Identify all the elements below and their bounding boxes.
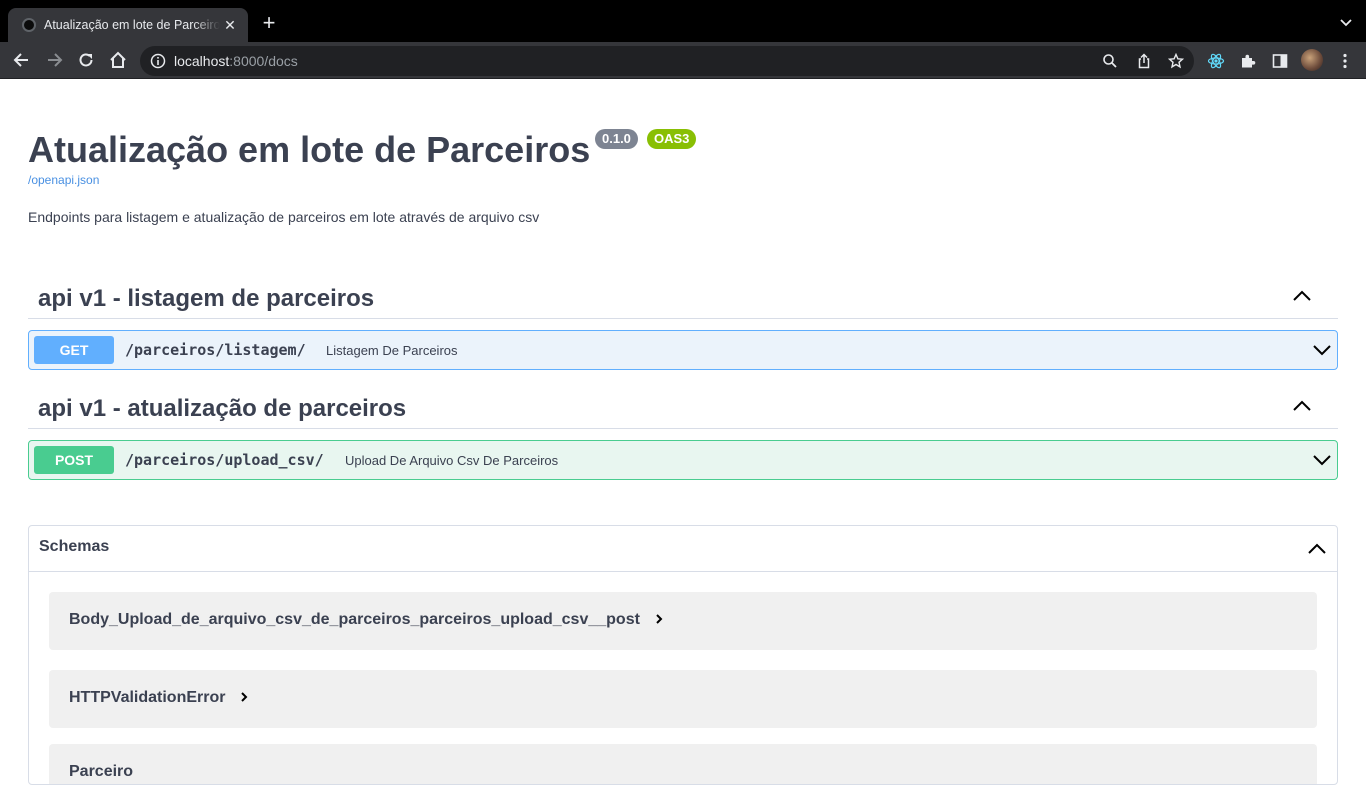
schemas-section: Schemas Body_Upload_de_arquivo_csv_de_pa… <box>28 525 1338 785</box>
schema-model-name: Parceiro <box>69 763 134 780</box>
openapi-json-link[interactable]: /openapi.json <box>28 173 99 187</box>
schemas-header[interactable]: Schemas <box>29 526 1337 572</box>
share-icon[interactable] <box>1136 53 1152 69</box>
tab-search-chevron-icon[interactable] <box>1338 14 1354 30</box>
schemas-title: Schemas <box>39 538 110 555</box>
schema-model[interactable]: Parceiro <box>49 744 1317 784</box>
schema-model-name: Body_Upload_de_arquivo_csv_de_parceiros_… <box>69 611 664 629</box>
oas-badge: OAS3 <box>647 129 697 149</box>
schema-model[interactable]: HTTPValidationError <box>49 670 1317 728</box>
url-text[interactable]: localhost:8000/docs <box>174 53 298 69</box>
browser-tab[interactable]: Atualização em lote de Parceiros ✕ <box>8 8 248 42</box>
address-bar[interactable]: localhost:8000/docs <box>140 46 1194 76</box>
forward-arrow-icon[interactable] <box>44 50 64 70</box>
operation-path: /parceiros/listagem/ <box>125 341 306 359</box>
reload-icon[interactable] <box>76 50 96 70</box>
chevron-right-icon <box>656 614 663 624</box>
operation-summary: Upload De Arquivo Csv De Parceiros <box>345 453 559 468</box>
search-icon[interactable] <box>1102 53 1118 69</box>
profile-avatar[interactable] <box>1301 49 1323 71</box>
chevron-right-icon <box>241 692 248 702</box>
bookmark-star-icon[interactable] <box>1168 53 1184 69</box>
api-description: Endpoints para listagem e atualização de… <box>28 209 540 225</box>
tab-close-icon[interactable]: ✕ <box>222 17 238 34</box>
home-icon[interactable] <box>108 50 128 70</box>
operation-post-upload-csv[interactable]: POST /parceiros/upload_csv/ Upload De Ar… <box>28 440 1338 480</box>
back-arrow-icon[interactable] <box>12 50 32 70</box>
tab-title: Atualização em lote de Parceiros <box>44 18 220 32</box>
chevron-up-icon[interactable] <box>1292 289 1312 303</box>
react-devtools-icon[interactable] <box>1207 52 1225 70</box>
tag-title: api v1 - atualização de parceiros <box>38 395 407 422</box>
version-badge: 0.1.0 <box>595 129 638 149</box>
schema-model[interactable]: Body_Upload_de_arquivo_csv_de_parceiros_… <box>49 592 1317 650</box>
new-tab-button[interactable]: + <box>258 12 280 34</box>
extensions-puzzle-icon[interactable] <box>1239 52 1257 70</box>
tag-title: api v1 - listagem de parceiros <box>38 285 375 312</box>
swagger-ui-page: Atualização em lote de Parceiros 0.1.0 O… <box>0 79 1366 785</box>
operation-summary: Listagem De Parceiros <box>326 343 458 358</box>
site-info-icon[interactable] <box>150 53 166 69</box>
operation-path: /parceiros/upload_csv/ <box>125 451 324 469</box>
page-title: Atualização em lote de Parceiros <box>28 129 591 170</box>
method-badge-get: GET <box>34 336 114 364</box>
method-badge-post: POST <box>34 446 114 474</box>
browser-tab-strip: Atualização em lote de Parceiros ✕ + <box>0 0 1366 42</box>
tag-section-atualizacao[interactable]: api v1 - atualização de parceiros <box>28 387 1338 429</box>
chevron-down-icon[interactable] <box>1313 344 1331 356</box>
tag-section-listagem[interactable]: api v1 - listagem de parceiros <box>28 277 1338 319</box>
favicon-icon <box>22 18 36 32</box>
schema-model-name: HTTPValidationError <box>69 689 249 707</box>
chevron-up-icon[interactable] <box>1292 399 1312 413</box>
menu-kebab-icon[interactable] <box>1336 52 1354 70</box>
chevron-up-icon[interactable] <box>1307 542 1327 556</box>
operation-get-listagem[interactable]: GET /parceiros/listagem/ Listagem De Par… <box>28 330 1338 370</box>
side-panel-icon[interactable] <box>1271 52 1289 70</box>
browser-toolbar: localhost:8000/docs <box>0 42 1366 79</box>
chevron-down-icon[interactable] <box>1313 454 1331 466</box>
